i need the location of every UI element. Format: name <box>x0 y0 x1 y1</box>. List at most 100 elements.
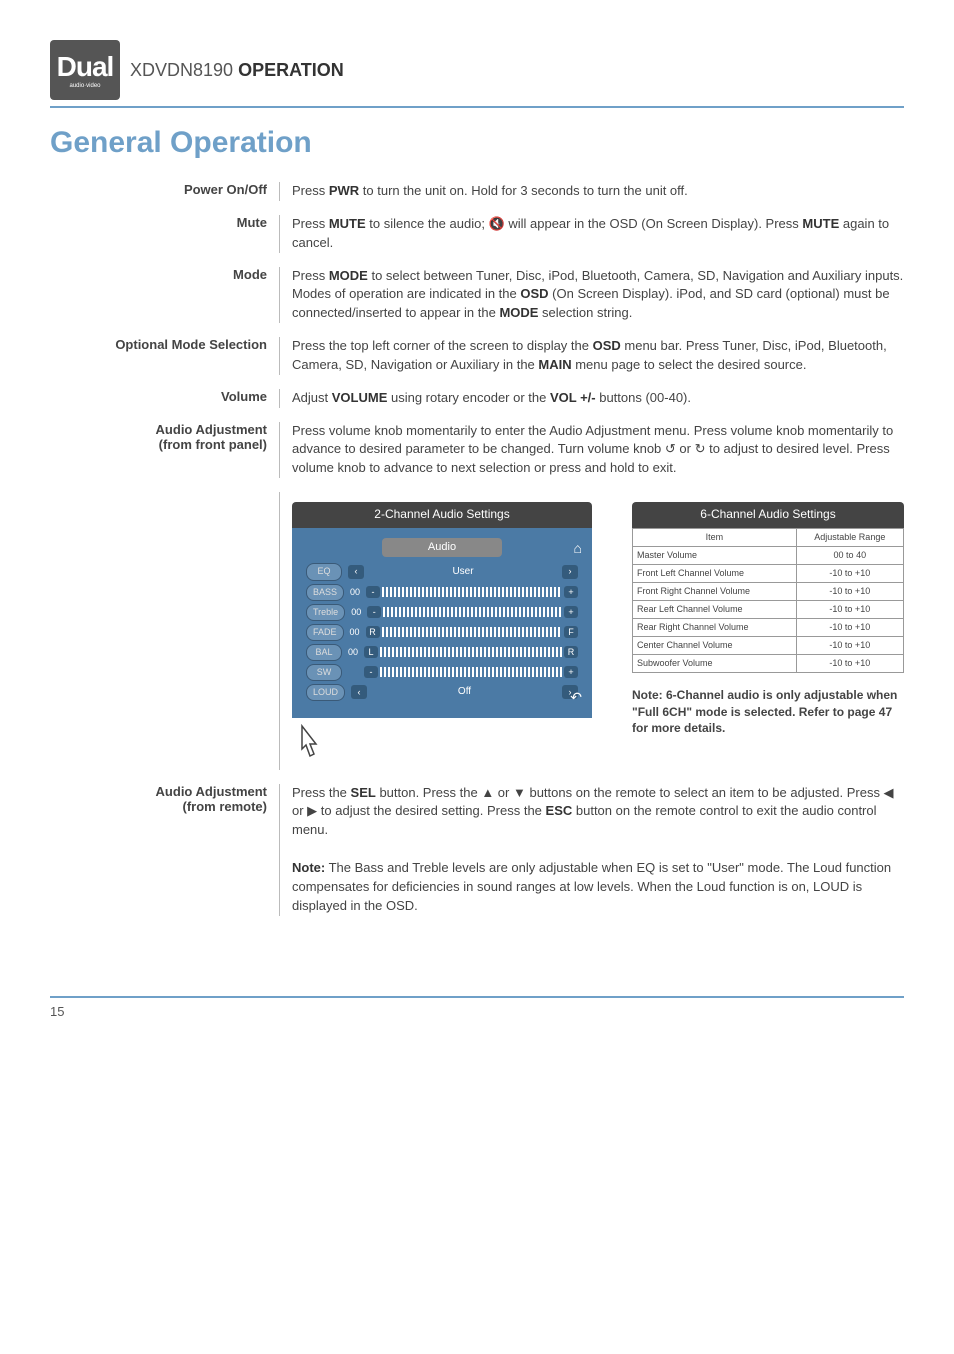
table-cell: Subwoofer Volume <box>633 654 797 672</box>
content-row: VolumeAdjust VOLUME using rotary encoder… <box>50 389 904 408</box>
t: ESC <box>546 803 573 818</box>
slider-end-left: R <box>366 626 380 638</box>
slider-ticks <box>382 627 562 637</box>
slider-ticks <box>382 587 562 597</box>
table-cell: -10 to +10 <box>796 636 903 654</box>
eq-row: SW -+ <box>306 664 578 681</box>
slider-end-left: - <box>366 586 380 598</box>
row-label: Audio Adjustment (from front panel) <box>50 422 280 479</box>
two-channel-title: 2-Channel Audio Settings <box>292 502 592 527</box>
remote-label: Audio Adjustment (from remote) <box>50 784 280 916</box>
arrow-left-icon: ‹ <box>351 685 367 699</box>
table-cell: Center Channel Volume <box>633 636 797 654</box>
arrow-left-icon: ‹ <box>348 565 364 579</box>
eq-row: EQ‹User› <box>306 563 578 580</box>
audio-panel: ⌂ Audio EQ‹User›BASS00-+Treble00-+FADE00… <box>292 528 592 718</box>
table-row: Subwoofer Volume-10 to +10 <box>633 654 904 672</box>
eq-pill: Treble <box>306 604 345 621</box>
eq-slider: 00-+ <box>351 606 578 619</box>
t: Press the <box>292 785 351 800</box>
table-row: Front Right Channel Volume-10 to +10 <box>633 582 904 600</box>
eq-slider: 00R F <box>350 626 578 639</box>
content-row: MutePress MUTE to silence the audio; 🔇 w… <box>50 215 904 253</box>
row-body: Press MUTE to silence the audio; 🔇 will … <box>280 215 904 253</box>
header-rule <box>50 106 904 108</box>
slider-end-right: + <box>564 586 578 598</box>
t: Note: <box>292 860 325 875</box>
table-cell: -10 to +10 <box>796 582 903 600</box>
remote-p1: Press the SEL button. Press the ▲ or ▼ b… <box>292 784 904 841</box>
table-cell: Rear Left Channel Volume <box>633 600 797 618</box>
six-channel-note: Note: 6-Channel audio is only adjustable… <box>632 687 904 737</box>
slider-end-right: + <box>564 666 578 678</box>
table-head-item: Item <box>633 528 797 546</box>
pointer-icon <box>292 724 322 764</box>
eq-pill: FADE <box>306 624 344 641</box>
eq-value: User <box>370 565 556 580</box>
settings-body: 2-Channel Audio Settings ⌂ Audio EQ‹User… <box>280 492 904 770</box>
row-body: Adjust VOLUME using rotary encoder or th… <box>280 389 904 408</box>
row-label: Mode <box>50 267 280 324</box>
slider-ticks <box>383 607 562 617</box>
table-cell: -10 to +10 <box>796 654 903 672</box>
header-row: Dual audio·video XDVDN8190 OPERATION <box>50 40 904 100</box>
eq-row: Treble00-+ <box>306 604 578 621</box>
t: SEL <box>351 785 376 800</box>
logo-subtext: audio·video <box>69 83 100 89</box>
table-cell: 00 to 40 <box>796 546 903 564</box>
eq-value: Off <box>373 685 556 700</box>
settings-display-row: 2-Channel Audio Settings ⌂ Audio EQ‹User… <box>50 492 904 770</box>
slider-end-right: F <box>564 626 578 638</box>
table-cell: Front Right Channel Volume <box>633 582 797 600</box>
content-row: ModePress MODE to select between Tuner, … <box>50 267 904 324</box>
remote-row: Audio Adjustment (from remote) Press the… <box>50 784 904 916</box>
table-cell: -10 to +10 <box>796 600 903 618</box>
eq-pill: BAL <box>306 644 342 661</box>
table-row: Center Channel Volume-10 to +10 <box>633 636 904 654</box>
slider-ticks <box>380 647 562 657</box>
table-row: Rear Right Channel Volume-10 to +10 <box>633 618 904 636</box>
footer-rule <box>50 996 904 998</box>
slider-end-left: L <box>364 646 378 658</box>
table-cell: Front Left Channel Volume <box>633 564 797 582</box>
six-channel-col: 6-Channel Audio Settings Item Adjustable… <box>632 502 904 737</box>
row-label: Volume <box>50 389 280 408</box>
eq-num: 00 <box>348 646 362 659</box>
back-icon: ↶ <box>570 687 582 707</box>
eq-row: FADE 00R F <box>306 624 578 641</box>
eq-num: 00 <box>350 626 364 639</box>
section-name: OPERATION <box>238 60 344 80</box>
t: The Bass and Treble levels are only adju… <box>292 860 891 913</box>
table-cell: -10 to +10 <box>796 564 903 582</box>
brand-logo: Dual audio·video <box>50 40 120 100</box>
remote-body: Press the SEL button. Press the ▲ or ▼ b… <box>280 784 904 916</box>
row-body: Press PWR to turn the unit on. Hold for … <box>280 182 904 201</box>
empty-label <box>50 492 280 770</box>
eq-slider: -+ <box>348 666 578 678</box>
logo-text: Dual <box>57 51 114 83</box>
row-body: Press volume knob momentarily to enter t… <box>280 422 904 479</box>
panel-inner-title: Audio <box>382 538 502 558</box>
eq-row: BAL 00L R <box>306 644 578 661</box>
eq-pill: BASS <box>306 584 344 601</box>
slider-end-left: - <box>367 606 381 618</box>
table-row: Master Volume00 to 40 <box>633 546 904 564</box>
slider-end-right: + <box>564 606 578 618</box>
row-body: Press MODE to select between Tuner, Disc… <box>280 267 904 324</box>
row-label: Power On/Off <box>50 182 280 201</box>
six-channel-title: 6-Channel Audio Settings <box>632 502 904 527</box>
page-number: 15 <box>50 1004 904 1019</box>
model-number: XDVDN8190 <box>130 60 233 80</box>
eq-row: BASS00-+ <box>306 584 578 601</box>
table-head-range: Adjustable Range <box>796 528 903 546</box>
two-channel-panel-wrap: 2-Channel Audio Settings ⌂ Audio EQ‹User… <box>292 502 592 770</box>
eq-pill: SW <box>306 664 342 681</box>
eq-pill: EQ <box>306 563 342 580</box>
table-row: Rear Left Channel Volume-10 to +10 <box>633 600 904 618</box>
row-body: Press the top left corner of the screen … <box>280 337 904 375</box>
table-cell: -10 to +10 <box>796 618 903 636</box>
eq-slider: 00L R <box>348 646 578 659</box>
content-row: Power On/OffPress PWR to turn the unit o… <box>50 182 904 201</box>
remote-p2: Note: The Bass and Treble levels are onl… <box>292 859 904 916</box>
slider-end-right: R <box>564 646 578 658</box>
